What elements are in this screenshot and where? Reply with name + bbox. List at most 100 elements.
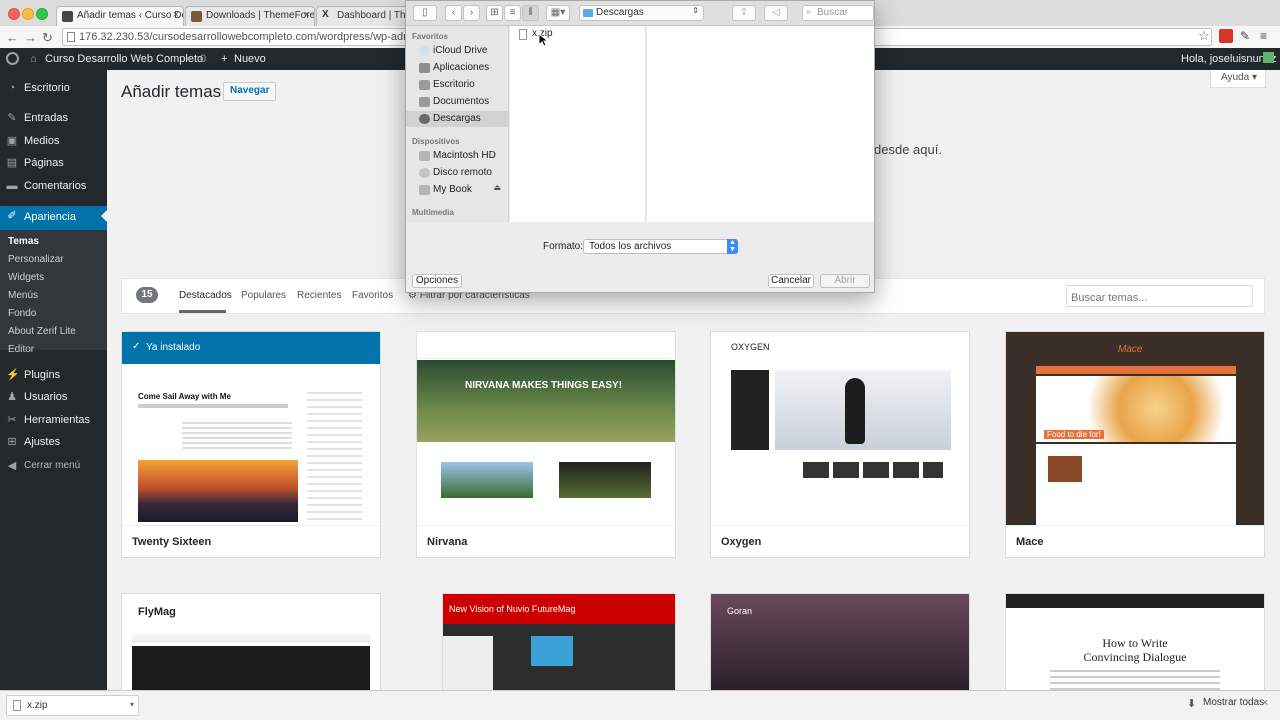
- sidebar-item-aplicaciones[interactable]: Aplicaciones: [406, 60, 508, 76]
- arrange-icon[interactable]: ▦▾: [546, 5, 570, 21]
- theme-name-bar: [1006, 525, 1264, 557]
- zip-file-icon: [13, 700, 21, 711]
- avatar[interactable]: [1263, 52, 1274, 63]
- help-tab[interactable]: Ayuda ▾: [1210, 70, 1266, 88]
- close-window-button[interactable]: [8, 8, 20, 20]
- admin-sidebar: ◔ Escritorio ✎ Entradas ▣ Medios ▤ Páginas ▬…: [0, 70, 107, 720]
- theme-card-flymag[interactable]: FlyMag: [121, 593, 381, 691]
- dropdown-arrow-icon[interactable]: ▾: [130, 700, 134, 709]
- browser-tab-anadir-temas[interactable]: Añadir temas ‹ Curso Desa ×: [56, 6, 184, 26]
- sidebar-item-escritorio[interactable]: ◔ Escritorio: [0, 78, 107, 100]
- sidebar-item-medios[interactable]: ▣ Medios: [0, 131, 107, 153]
- preview-image: [559, 462, 651, 498]
- tab-close-icon[interactable]: ×: [173, 9, 179, 21]
- submenu-item-editor[interactable]: Editor: [8, 344, 34, 355]
- theme-headline: How to Write Convincing Dialogue: [1083, 636, 1187, 664]
- sidebar-item-descargas[interactable]: Descargas: [406, 111, 508, 127]
- sidebar-item-paginas[interactable]: ▤ Páginas: [0, 153, 107, 175]
- submenu-item-menus[interactable]: Menús: [8, 290, 38, 301]
- extension-icon[interactable]: [1219, 29, 1233, 43]
- back-icon[interactable]: ←: [6, 30, 19, 45]
- eject-icon[interactable]: ⏏: [493, 183, 501, 192]
- sidebar-item-entradas[interactable]: ✎ Entradas: [0, 108, 107, 130]
- new-content-link[interactable]: Nuevo: [234, 53, 266, 65]
- nirvana-hero-image: [417, 360, 675, 442]
- share-icon[interactable]: ⇪: [732, 5, 756, 21]
- theme-card-nuvio[interactable]: New Vision of Nuvio FutureMag: [442, 593, 676, 691]
- submenu-item-personalizar[interactable]: Personalizar: [8, 254, 64, 265]
- side-item-label: Descargas: [433, 113, 481, 124]
- theme-card-nirvana[interactable]: NIRVANA MAKES THINGS EASY! Nirvana: [416, 331, 676, 558]
- sidebar-item-herramientas[interactable]: ✂ Herramientas: [0, 410, 107, 432]
- forward-icon[interactable]: ›: [463, 5, 480, 21]
- bookmark-star-icon[interactable]: ☆: [1198, 28, 1210, 44]
- theme-card-syntax[interactable]: How to Write Convincing Dialogue: [1005, 593, 1265, 691]
- sidebar-item-icloud[interactable]: iCloud Drive: [406, 43, 508, 59]
- tab-recientes[interactable]: Recientes: [297, 290, 341, 301]
- theme-name: Nirvana: [427, 536, 468, 548]
- theme-card-oxygen[interactable]: OXYGEN Oxygen: [710, 331, 970, 558]
- theme-screenshot: Mace Food to die for!: [1006, 332, 1264, 525]
- column-view-icon[interactable]: ⫴: [522, 5, 539, 21]
- downloads-bar: x.zip ▾: [0, 690, 1280, 720]
- eyedropper-icon[interactable]: ✎: [1240, 29, 1254, 43]
- nirvana-header: [417, 332, 675, 359]
- sidebar-item-plugins[interactable]: ⚡ Plugins: [0, 365, 107, 387]
- browser-tab-dashboard[interactable]: X Dashboard | Themefo: [316, 6, 408, 26]
- theme-search-input[interactable]: [1066, 285, 1253, 307]
- theme-card-mace[interactable]: Mace Food to die for! Mace: [1005, 331, 1265, 558]
- tag-icon[interactable]: ◁: [764, 5, 788, 21]
- sidebar-item-documentos[interactable]: Documentos: [406, 94, 508, 110]
- sidebar-item-usuarios[interactable]: ♟ Usuarios: [0, 387, 107, 409]
- tab-populares[interactable]: Populares: [241, 290, 286, 301]
- list-view-icon[interactable]: ≡: [504, 5, 521, 21]
- submenu-item-temas[interactable]: Temas: [8, 236, 39, 247]
- theme-card-goran[interactable]: Goran: [710, 593, 970, 691]
- installed-banner: ✓ Ya instalado: [122, 332, 380, 364]
- submenu-item-widgets[interactable]: Widgets: [8, 272, 44, 283]
- dialog-search-field[interactable]: ⌕ Buscar: [802, 5, 874, 21]
- location-popup[interactable]: Descargas ⇕: [579, 5, 704, 21]
- cancel-button[interactable]: Cancelar: [768, 274, 814, 288]
- download-item-x-zip[interactable]: x.zip ▾: [6, 695, 139, 716]
- tab-destacados[interactable]: Destacados: [179, 290, 232, 301]
- sidebar-item-my-book[interactable]: My Book ⏏: [406, 182, 508, 198]
- theme-headline: Goran: [727, 606, 753, 616]
- sidebar-item-disco-remoto[interactable]: Disco remoto: [406, 165, 508, 181]
- options-button[interactable]: Opciones: [412, 274, 462, 288]
- browse-button[interactable]: Navegar: [223, 82, 277, 101]
- icon-view-icon[interactable]: ⊞: [486, 5, 503, 21]
- site-name-link[interactable]: Curso Desarrollo Web Completo: [45, 53, 203, 65]
- wordpress-logo-icon[interactable]: [6, 52, 19, 65]
- sunset-image: [138, 460, 298, 522]
- sidebar-collapse-menu[interactable]: ◀ Cerrar menú: [0, 456, 107, 478]
- reload-icon[interactable]: ↻: [42, 30, 53, 46]
- back-icon[interactable]: ‹: [445, 5, 462, 21]
- submenu-item-fondo[interactable]: Fondo: [8, 308, 36, 319]
- forward-icon[interactable]: →: [24, 30, 37, 45]
- browser-tab-downloads[interactable]: Downloads | ThemeForest ×: [185, 6, 315, 26]
- theme-card-twenty-sixteen[interactable]: Come Sail Away with Me ✓ Ya instalado Twe…: [121, 331, 381, 558]
- sidebar-item-comentarios[interactable]: ▬ Comentarios: [0, 176, 107, 198]
- theme-name: Oxygen: [721, 536, 762, 548]
- sidebar-toggle-icon[interactable]: ▯: [413, 5, 437, 21]
- open-button[interactable]: Abrir: [820, 274, 870, 288]
- sidebar-item-apariencia[interactable]: ✐ Apariencia: [0, 206, 107, 230]
- tab-title: Añadir temas ‹ Curso Desa: [77, 10, 183, 21]
- side-item-label: My Book: [433, 184, 472, 195]
- optical-disc-icon: [419, 168, 430, 178]
- submenu-item-about-zerif[interactable]: About Zerif Lite: [8, 326, 76, 337]
- tab-close-icon[interactable]: ×: [304, 9, 310, 21]
- comments-count[interactable]: 0: [200, 53, 206, 65]
- menu-icon[interactable]: ≡: [1260, 29, 1274, 43]
- show-all-downloads-link[interactable]: ⬇ Mostrar todas: [1185, 697, 1264, 710]
- minimize-window-button[interactable]: [22, 8, 34, 20]
- zoom-window-button[interactable]: [36, 8, 48, 20]
- sidebar-item-ajustes[interactable]: ⊞ Ajustes: [0, 432, 107, 454]
- format-select[interactable]: Todos los archivos ▲ ▼: [583, 239, 738, 254]
- documents-icon: [419, 97, 430, 107]
- sidebar-item-macintosh-hd[interactable]: Macintosh HD: [406, 148, 508, 164]
- sidebar-item-escritorio[interactable]: Escritorio: [406, 77, 508, 93]
- close-downloads-bar-icon[interactable]: ×: [1262, 697, 1268, 709]
- tab-favoritos[interactable]: Favoritos: [352, 290, 393, 301]
